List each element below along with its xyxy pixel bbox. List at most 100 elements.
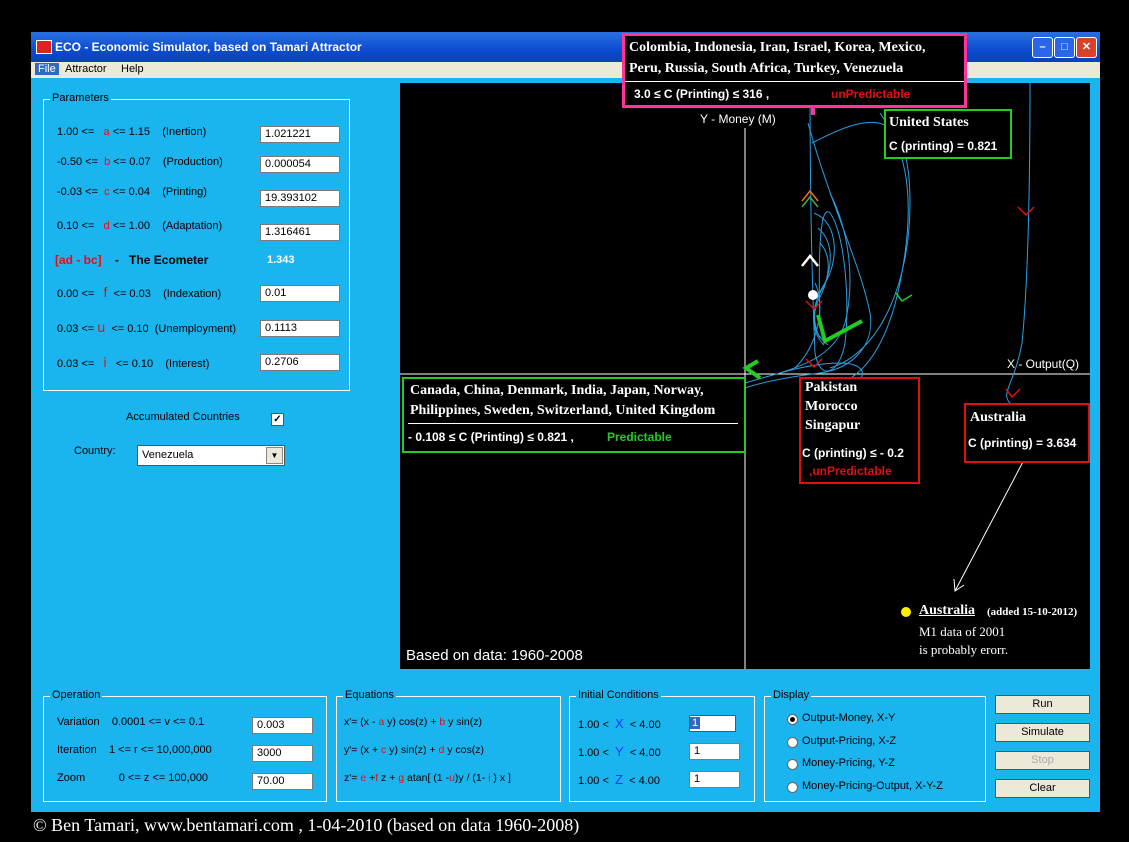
radio-output-money[interactable] <box>787 714 798 725</box>
note-added: (added 15-10-2012) <box>987 606 1078 618</box>
pak-range: C (printing) ≤ - 0.2 <box>802 446 904 460</box>
equation-z: z'= e +f z + g atan[ (1 -u)y / (1- i ) x… <box>344 772 511 784</box>
display-legend: Display <box>771 689 812 701</box>
parameters-legend: Parameters <box>50 92 111 104</box>
minimize-button[interactable]: – <box>1032 37 1053 58</box>
param-b-label: -0.50 <= b <= 0.07 (Production) <box>57 156 223 168</box>
menu-attractor[interactable]: Attractor <box>62 63 110 75</box>
operation-legend: Operation <box>50 689 103 701</box>
param-f-label: 0.00 <= f <= 0.03 (Indexation) <box>57 284 222 300</box>
unpredictable-box: Colombia, Indonesia, Iran, Israel, Korea… <box>622 33 967 108</box>
copyright-footer: © Ben Tamari, www.bentamari.com , 1-04-2… <box>33 815 580 835</box>
us-name: United States <box>889 115 969 130</box>
country-label: Country: <box>74 445 116 457</box>
us-box: United States C (printing) = 0.821 <box>884 109 1012 159</box>
display-option-2: Output-Pricing, X-Z <box>802 735 897 747</box>
initial-conditions-group: Initial Conditions 1.00 < X < 4.00 1 1.0… <box>569 689 755 802</box>
predictable-line1: Canada, China, Denmark, India, Japan, No… <box>410 383 704 398</box>
zoom-label: Zoom 0 <= z <= 100,000 <box>57 772 209 784</box>
param-i-input[interactable]: 0.2706 <box>260 354 340 371</box>
radio-money-pricing[interactable] <box>787 759 798 770</box>
note-line1: M1 data of 2001 <box>919 624 1006 639</box>
init-y-input[interactable]: 1 <box>689 743 740 760</box>
radio-output-pricing[interactable] <box>787 737 798 748</box>
close-button[interactable]: ✕ <box>1076 37 1097 58</box>
us-value: C (printing) = 0.821 <box>889 139 998 153</box>
app-window: ECO - Economic Simulator, based on Tamar… <box>31 32 1100 812</box>
init-z-input[interactable]: 1 <box>689 771 740 788</box>
param-f-input[interactable]: 0.01 <box>260 285 340 302</box>
param-u-label: 0.03 <= u <= 0.10 (Unemployment) <box>57 319 237 335</box>
attractor-drawing <box>400 83 1090 669</box>
window-title: ECO - Economic Simulator, based on Tamar… <box>55 40 362 54</box>
param-i-label: 0.03 <= i <= 0.10 (Interest) <box>57 354 210 370</box>
param-a-label: 1.00 <= a <= 1.15 (Inertion) <box>57 126 207 138</box>
param-u-input[interactable]: 0.1113 <box>260 320 340 337</box>
plot-canvas: Y - Money (M) X - Output(Q) Based on dat… <box>400 83 1090 669</box>
param-c-input[interactable]: 19.393102 <box>260 190 340 207</box>
iteration-label: Iteration 1 <= r <= 10,000,000 <box>57 744 212 756</box>
init-z-label: 1.00 < Z < 4.00 <box>578 772 660 787</box>
unpredictable-line2: Peru, Russia, South Africa, Turkey, Vene… <box>629 61 904 76</box>
aus-value: C (printing) = 3.634 <box>968 436 1077 450</box>
stop-button[interactable]: Stop <box>995 751 1090 770</box>
predictable-status: Predictable <box>607 430 672 444</box>
note-name: Australia <box>919 603 975 618</box>
y-axis-label: Y - Money (M) <box>700 112 776 126</box>
radio-money-pricing-output[interactable] <box>787 782 798 793</box>
accumulated-checkbox[interactable]: ✓ <box>271 413 284 426</box>
pakistan-box: Pakistan Morocco Singapur C (printing) ≤… <box>799 377 920 484</box>
display-option-3: Money-Pricing, Y-Z <box>802 757 895 769</box>
display-option-1: Output-Money, X-Y <box>802 712 896 724</box>
display-option-4: Money-Pricing-Output, X-Y-Z <box>802 780 943 792</box>
equations-group: Equations x'= (x - a y) cos(z) + b y sin… <box>336 689 561 802</box>
init-x-label: 1.00 < X < 4.00 <box>578 716 661 731</box>
param-c-label: -0.03 <= c <= 0.04 (Printing) <box>57 186 207 198</box>
pak-country-2: Morocco <box>805 399 858 414</box>
current-point <box>808 290 818 300</box>
parameters-group: Parameters 1.00 <= a <= 1.15 (Inertion) … <box>43 92 350 391</box>
unpredictable-status: unPredictable <box>831 87 911 101</box>
based-on-label: Based on data: 1960-2008 <box>406 647 583 664</box>
unpredictable-range: 3.0 ≤ C (Printing) ≤ 316 , <box>634 87 770 101</box>
menu-help[interactable]: Help <box>118 63 147 75</box>
param-a-input[interactable]: 1.021221 <box>260 126 340 143</box>
aus-name: Australia <box>970 410 1026 425</box>
note-pointer-line <box>954 457 1026 592</box>
initial-legend: Initial Conditions <box>576 689 661 701</box>
accumulated-label: Accumulated Countries <box>126 411 240 423</box>
variation-input[interactable]: 0.003 <box>252 717 313 734</box>
operation-group: Operation Variation 0.0001 <= v <= 0.1 0… <box>43 689 327 802</box>
australia-box: Australia C (printing) = 3.634 <box>964 403 1090 463</box>
clear-button[interactable]: Clear <box>995 779 1090 798</box>
chevron-down-icon[interactable]: ▼ <box>266 447 283 464</box>
param-b-input[interactable]: 0.000054 <box>260 156 340 173</box>
equations-legend: Equations <box>343 689 396 701</box>
pak-status: ,unPredictable <box>809 464 892 478</box>
run-button[interactable]: Run <box>995 695 1090 714</box>
param-d-label: 0.10 <= d <= 1.00 (Adaptation) <box>57 220 223 232</box>
pak-country-1: Pakistan <box>805 380 858 395</box>
x-axis-label: X - Output(Q) <box>1007 357 1080 371</box>
pak-country-3: Singapur <box>805 418 861 433</box>
param-d-input[interactable]: 1.316461 <box>260 224 340 241</box>
predictable-range: - 0.108 ≤ C (Printing) ≤ 0.821 , <box>408 430 574 444</box>
predictable-box: Canada, China, Denmark, India, Japan, No… <box>402 377 746 453</box>
equation-x: x'= (x - a y) cos(z) + b y sin(z) <box>344 716 482 728</box>
iteration-input[interactable]: 3000 <box>252 745 313 762</box>
ecometer-value: 1.343 <box>267 254 295 266</box>
note-line2: is probably erorr. <box>919 642 1009 657</box>
display-group: Display Output-Money, X-Y Output-Pricing… <box>764 689 986 802</box>
maximize-button[interactable]: □ <box>1054 37 1075 58</box>
country-selected: Venezuela <box>142 449 194 461</box>
simulate-button[interactable]: Simulate <box>995 723 1090 742</box>
predictable-line2: Philippines, Sweden, Switzerland, United… <box>410 403 716 418</box>
menu-file[interactable]: File <box>35 63 59 75</box>
equation-y: y'= (x + c y) sin(z) + d y cos(z) <box>344 744 485 756</box>
init-y-label: 1.00 < Y < 4.00 <box>578 744 661 759</box>
unpredictable-line1: Colombia, Indonesia, Iran, Israel, Korea… <box>629 40 926 55</box>
australia-marker <box>901 607 911 617</box>
country-select[interactable]: Venezuela ▼ <box>137 445 285 466</box>
init-x-input[interactable]: 1 <box>689 715 736 732</box>
zoom-input[interactable]: 70.00 <box>252 773 313 790</box>
